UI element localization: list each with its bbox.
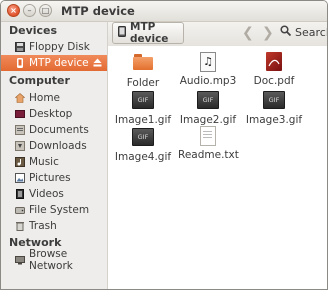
mtp-device-icon — [15, 58, 25, 68]
file-name: Image1.gif — [114, 114, 172, 126]
file-name: Audio.mp3 — [179, 75, 237, 87]
sidebar-item-label: Music — [29, 156, 59, 168]
sidebar: Devices Floppy Disk MTP device Computer … — [1, 22, 108, 289]
trash-icon — [15, 221, 25, 231]
sidebar-item-desktop[interactable]: Desktop — [1, 106, 107, 122]
sidebar-item-downloads[interactable]: Downloads — [1, 138, 107, 154]
close-icon: × — [10, 5, 17, 15]
sidebar-item-label: Videos — [29, 188, 64, 200]
eject-icon[interactable] — [93, 58, 102, 67]
pictures-icon — [15, 173, 25, 183]
maximize-icon: □ — [41, 5, 50, 15]
gif-icon-wrap: GIF — [263, 91, 285, 111]
sidebar-item-label: MTP device — [29, 57, 89, 69]
music-icon — [15, 157, 25, 167]
gif-icon-wrap: GIF — [132, 91, 154, 111]
search-icon — [280, 25, 292, 39]
minimize-icon: – — [27, 5, 32, 15]
file-item-image2[interactable]: GIF Image2.gif — [178, 89, 238, 126]
file-item-audio[interactable]: ♫ Audio.mp3 — [178, 52, 238, 87]
sidebar-item-file-system[interactable]: File System — [1, 202, 107, 218]
file-manager-window: × – □ MTP device Devices Floppy Disk MTP… — [0, 0, 328, 290]
sidebar-item-label: Floppy Disk — [29, 41, 90, 53]
audio-file-icon: ♫ — [200, 52, 216, 72]
file-item-image4[interactable]: GIF Image4.gif — [113, 126, 173, 163]
sidebar-item-label: Pictures — [29, 172, 71, 184]
videos-icon — [15, 189, 25, 199]
sidebar-item-label: Trash — [29, 220, 57, 232]
forward-button[interactable]: ❯ — [262, 25, 274, 41]
back-button[interactable]: ❮ — [242, 25, 254, 41]
documents-icon — [15, 125, 25, 135]
gif-file-icon: GIF — [132, 128, 154, 146]
pdf-icon-wrap — [263, 52, 285, 72]
sidebar-item-floppy-disk[interactable]: Floppy Disk — [1, 39, 107, 55]
file-name: Image2.gif — [179, 114, 237, 126]
file-item-folder[interactable]: Folder — [113, 52, 173, 89]
gif-file-icon: GIF — [132, 91, 154, 109]
pdf-file-icon — [266, 52, 282, 71]
floppy-icon — [15, 42, 25, 52]
file-item-readme[interactable]: Readme.txt — [178, 126, 239, 161]
path-bar-button[interactable]: MTP device — [112, 21, 184, 45]
file-name: Image4.gif — [114, 151, 172, 163]
title-bar[interactable]: × – □ MTP device — [1, 1, 327, 22]
sidebar-item-browse-network[interactable]: Browse Network — [1, 248, 107, 272]
search-button[interactable]: Search — [280, 25, 327, 39]
sidebar-item-label: Downloads — [29, 140, 87, 152]
file-name: Doc.pdf — [253, 75, 295, 87]
gif-icon-wrap: GIF — [132, 128, 154, 148]
window-title: MTP device — [61, 4, 135, 18]
gif-icon-wrap: GIF — [197, 91, 219, 111]
sidebar-item-documents[interactable]: Documents — [1, 122, 107, 138]
search-label: Search — [295, 25, 327, 39]
file-system-icon — [15, 205, 25, 215]
minimize-window-button[interactable]: – — [23, 4, 36, 17]
sidebar-item-trash[interactable]: Trash — [1, 218, 107, 234]
sidebar-item-label: Documents — [29, 124, 89, 136]
sidebar-heading-computer: Computer — [9, 74, 70, 87]
desktop-icon — [15, 109, 25, 119]
home-icon — [14, 93, 26, 103]
sidebar-item-music[interactable]: Music — [1, 154, 107, 170]
sidebar-item-home[interactable]: Home — [1, 90, 107, 106]
gif-file-icon: GIF — [197, 91, 219, 109]
file-item-pdf[interactable]: Doc.pdf — [244, 52, 304, 87]
downloads-icon — [15, 141, 25, 151]
file-view[interactable]: Folder ♫ Audio.mp3 Doc.pdf GIF Image1.gi… — [108, 47, 327, 289]
path-bar-label: MTP device — [130, 21, 169, 45]
sidebar-item-pictures[interactable]: Pictures — [1, 170, 107, 186]
network-icon — [15, 255, 25, 265]
file-item-image1[interactable]: GIF Image1.gif — [113, 89, 173, 126]
maximize-window-button[interactable]: □ — [39, 4, 52, 17]
toolbar: MTP device ❮ ❯ Search — [108, 21, 327, 46]
sidebar-item-label: Home — [29, 92, 61, 104]
file-name: Readme.txt — [178, 149, 239, 161]
sidebar-item-label: Browse Network — [29, 248, 73, 272]
text-icon-wrap — [197, 126, 219, 146]
text-file-icon — [200, 126, 216, 146]
audio-icon-wrap: ♫ — [197, 52, 219, 72]
file-name: Folder — [126, 77, 160, 89]
folder-icon-wrap — [132, 54, 154, 74]
file-item-image3[interactable]: GIF Image3.gif — [244, 89, 304, 126]
sidebar-item-mtp-device[interactable]: MTP device — [1, 55, 107, 71]
file-name: Image3.gif — [245, 114, 303, 126]
gif-file-icon: GIF — [263, 91, 285, 109]
sidebar-item-videos[interactable]: Videos — [1, 186, 107, 202]
folder-icon — [133, 54, 153, 70]
mtp-device-icon — [118, 26, 126, 40]
sidebar-item-label: File System — [29, 204, 90, 216]
sidebar-heading-devices: Devices — [9, 24, 58, 37]
close-window-button[interactable]: × — [7, 4, 20, 17]
sidebar-item-label: Desktop — [29, 108, 73, 120]
